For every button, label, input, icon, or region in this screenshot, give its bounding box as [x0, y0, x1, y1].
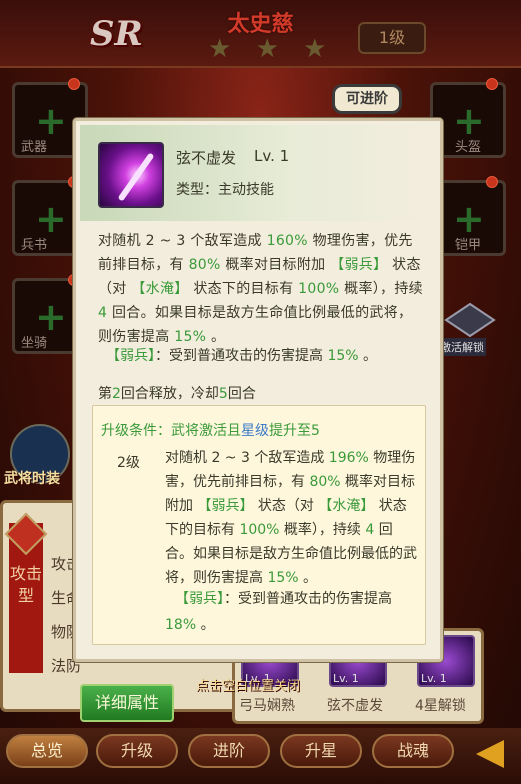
- tab-war-soul[interactable]: 战魂: [372, 734, 454, 768]
- skill-detail-popup: 弦不虚发 Lv. 1 类型：主动技能 对随机 2 ~ 3 个敌军造成 160% …: [73, 118, 443, 662]
- skill-name-3: 4星解锁: [415, 698, 466, 714]
- upgrade-info-box: 升级条件：武将激活且星级提升至5 2级 对随机 2 ~ 3 个敌军造成 196%…: [92, 405, 426, 645]
- hero-costume-label: 武将时装: [4, 471, 60, 487]
- skill-name-1: 弓马娴熟: [239, 698, 295, 714]
- cooldown-info: 第2回合释放，冷却5回合: [98, 386, 256, 402]
- activation-unlock[interactable]: 激活解锁: [438, 300, 500, 356]
- upgrade-status-note: 【弱兵】：受到普通攻击的伤害提高 18% 。: [165, 591, 392, 633]
- skill-name: 弦不虚发: [176, 149, 237, 167]
- notification-dot: [486, 78, 498, 90]
- skill-level: Lv. 1: [254, 147, 290, 165]
- upgrade-level-label: 2级: [117, 455, 140, 471]
- skill-description: 对随机 2 ~ 3 个敌军造成 160% 物理伤害，优先前排目标，有 80% 概…: [98, 233, 423, 345]
- hero-header: SR 太史慈 ★ ★ ★ 1级: [0, 0, 521, 68]
- close-hint: 点击空白位置关闭: [196, 679, 301, 694]
- diamond-icon: [444, 302, 496, 338]
- notification-dot: [486, 176, 498, 188]
- tab-overview[interactable]: 总览: [6, 734, 88, 768]
- star-rating: ★ ★ ★: [208, 34, 335, 64]
- tab-advance[interactable]: 进阶: [188, 734, 270, 768]
- skill-icon: [98, 142, 164, 208]
- skill-name-2: 弦不虚发: [327, 698, 383, 714]
- tab-star-up[interactable]: 升星: [280, 734, 362, 768]
- hero-level: 1级: [358, 22, 426, 54]
- tab-upgrade[interactable]: 升级: [96, 734, 178, 768]
- back-arrow-icon[interactable]: [476, 740, 504, 768]
- bottom-tab-bar: 总览 升级 进阶 升星 战魂: [0, 728, 521, 784]
- upgrade-description: 对随机 2 ~ 3 个敌军造成 196% 物理伤害，优先前排目标，有 80% 概…: [165, 450, 417, 586]
- notification-dot: [68, 78, 80, 90]
- detail-attributes-button[interactable]: 详细属性: [80, 684, 174, 722]
- status-note: 【弱兵】：受到普通攻击的伤害提高 15% 。: [106, 348, 378, 364]
- skill-type: 类型：主动技能: [176, 182, 274, 198]
- advance-available-badge[interactable]: 可进阶: [332, 84, 402, 114]
- upgrade-condition: 升级条件：武将激活且星级提升至5: [101, 423, 320, 439]
